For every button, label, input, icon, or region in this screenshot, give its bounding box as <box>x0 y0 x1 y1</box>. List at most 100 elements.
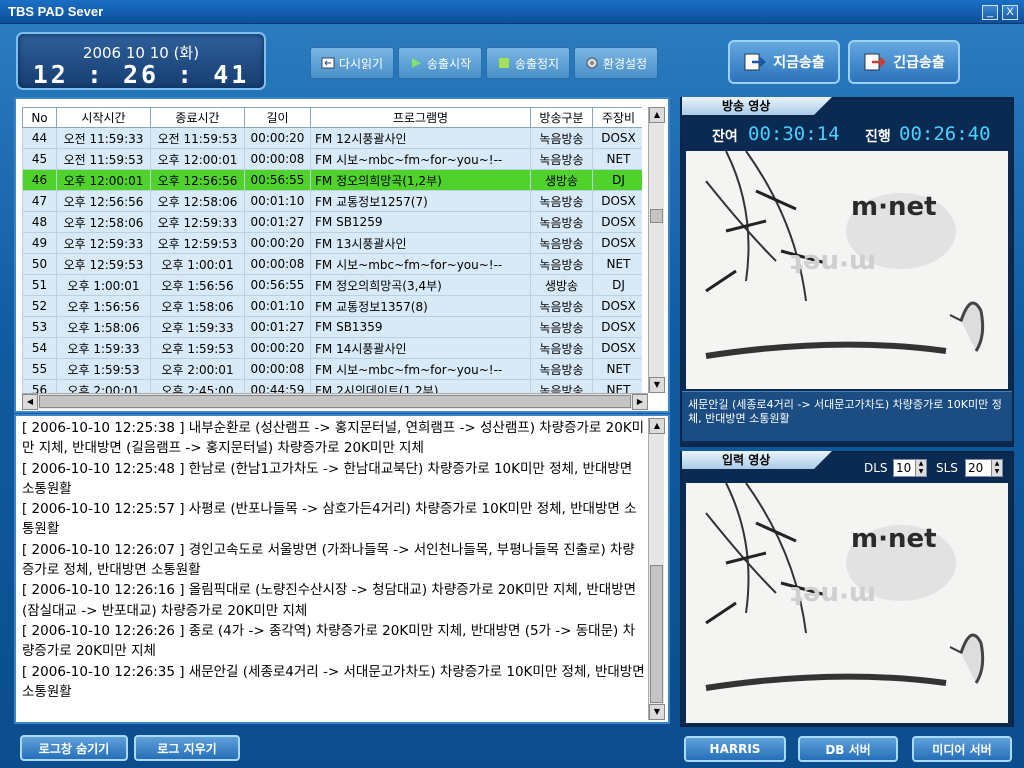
log-scroll-thumb[interactable] <box>650 565 663 703</box>
broadcast-video-panel: 방송 영상 잔여 00:30:14 진행 00:26:40 m·net m·ne… <box>680 97 1014 447</box>
cell-broadcast-type: 생방송 <box>530 274 593 296</box>
table-row[interactable]: 56 오후 2:00:01 오후 2:45:00 00:44:59 FM 2시의데이트(… <box>22 379 642 394</box>
cell-program-name: FM 시보~mbc~fm~for~you~!-- <box>310 148 531 170</box>
emergency-send-button[interactable]: 긴급송출 <box>848 40 960 84</box>
table-row[interactable]: 49 오후 12:59:33 오후 12:59:53 00:00:20 FM 13시풍괄… <box>22 232 642 254</box>
cell-no: 51 <box>22 274 57 296</box>
cell-program-name: FM 교통정보1257(7) <box>310 190 531 212</box>
broadcast-caption: 새문안길 (세종로4거리 -> 서대문고가차도) 차량증가로 10K미만 정체,… <box>682 391 1012 441</box>
input-video-panel: 입력 영상 DLS SLS m·net m·net <box>680 451 1014 727</box>
dls-stepper-icon[interactable]: ▲ ▼ <box>915 460 926 476</box>
db-server-button[interactable]: DB 서버 <box>798 736 898 762</box>
log-scroll-down-icon[interactable]: ▼ <box>649 704 665 720</box>
cell-broadcast-type: 녹음방송 <box>530 379 593 394</box>
cell-no: 55 <box>22 358 57 380</box>
cell-end-time: 오후 1:58:06 <box>150 295 245 317</box>
header-start-time[interactable]: 시작시간 <box>56 107 151 128</box>
cell-duration: 00:44:59 <box>244 379 311 394</box>
mnet-logo: m·net <box>851 524 937 554</box>
table-row[interactable]: 52 오후 1:56:56 오후 1:58:06 00:01:10 FM 교통정보135… <box>22 295 642 317</box>
cell-broadcast-type: 녹음방송 <box>530 232 593 254</box>
cell-duration: 00:00:08 <box>244 253 311 275</box>
header-end-time[interactable]: 종료시간 <box>150 107 245 128</box>
send-now-button[interactable]: 지금송출 <box>728 40 840 84</box>
cell-main-equipment: NET <box>592 148 642 170</box>
cell-no: 53 <box>22 316 57 338</box>
stop-broadcast-button[interactable]: 송출정지 <box>486 47 570 79</box>
harris-button[interactable]: HARRIS <box>684 736 786 762</box>
cell-duration: 00:56:55 <box>244 274 311 296</box>
cell-start-time: 오후 12:56:56 <box>56 190 151 212</box>
scroll-up-arrow-icon[interactable]: ▲ <box>649 107 665 123</box>
table-row[interactable]: 51 오후 1:00:01 오후 1:56:56 00:56:55 FM 정오의희망곡(… <box>22 274 642 296</box>
mnet-logo-reflection: m·net <box>790 580 876 610</box>
cell-end-time: 오후 1:59:53 <box>150 337 245 359</box>
cell-no: 54 <box>22 337 57 359</box>
hide-log-button[interactable]: 로그창 숨기기 <box>20 735 128 761</box>
cell-duration: 00:00:08 <box>244 358 311 380</box>
cell-end-time: 오후 12:00:01 <box>150 148 245 170</box>
log-entry: [ 2006-10-10 12:25:48 ] 한남로 (한남1고가차도 -> … <box>22 460 633 497</box>
hscroll-thumb[interactable] <box>39 395 631 408</box>
clear-log-button[interactable]: 로그 지우기 <box>134 735 240 761</box>
window-title: TBS PAD Sever <box>8 4 104 19</box>
cell-start-time: 오후 1:00:01 <box>56 274 151 296</box>
cell-duration: 00:00:20 <box>244 127 311 149</box>
minimize-button[interactable]: _ <box>982 5 998 20</box>
settings-button[interactable]: 환경설정 <box>574 47 658 79</box>
send-now-label: 지금송출 <box>773 55 825 71</box>
cell-duration: 00:01:10 <box>244 190 311 212</box>
log-text[interactable]: [ 2006-10-10 12:25:38 ] 내부순환로 (성산램프 -> 홍… <box>22 418 646 702</box>
scroll-left-arrow-icon[interactable]: ◀ <box>22 394 38 410</box>
clock-time: 12 : 26 : 41 <box>32 60 250 89</box>
log-panel: [ 2006-10-10 12:25:38 ] 내부순환로 (성산램프 -> 홍… <box>14 414 670 724</box>
table-row[interactable]: 47 오후 12:56:56 오후 12:58:06 00:01:10 FM 교통정보1… <box>22 190 642 212</box>
table-row[interactable]: 54 오후 1:59:33 오후 1:59:53 00:00:20 FM 14시풍괄사인… <box>22 337 642 359</box>
reload-label: 다시읽기 <box>338 56 384 71</box>
progress-time: 00:26:40 <box>899 123 991 145</box>
table-row[interactable]: 53 오후 1:58:06 오후 1:59:33 00:01:27 FM SB1359 녹… <box>22 316 642 338</box>
table-row[interactable]: 44 오전 11:59:33 오전 11:59:53 00:00:20 FM 12시풍괄… <box>22 127 642 149</box>
sls-spinner[interactable]: 20 ▲ ▼ <box>965 459 1003 477</box>
log-scroll-up-icon[interactable]: ▲ <box>649 418 665 434</box>
sls-stepper-icon[interactable]: ▲ ▼ <box>991 460 1002 476</box>
header-broadcast-type[interactable]: 방송구분 <box>530 107 593 128</box>
dls-spinner[interactable]: 10 ▲ ▼ <box>893 459 927 477</box>
cell-broadcast-type: 녹음방송 <box>530 316 593 338</box>
header-duration[interactable]: 길이 <box>244 107 311 128</box>
cell-main-equipment: NET <box>592 358 642 380</box>
header-main-equipment[interactable]: 주장비 <box>592 107 642 128</box>
header-no[interactable]: No <box>22 107 57 128</box>
log-scrollbar[interactable]: ▲ ▼ <box>648 418 665 720</box>
input-video-title: 입력 영상 <box>682 451 832 469</box>
log-entry: [ 2006-10-10 12:26:35 ] 새문안길 (세종로4거리 -> … <box>22 663 645 700</box>
cell-end-time: 오후 12:56:56 <box>150 169 245 191</box>
header-program-name[interactable]: 프로그램명 <box>310 107 531 128</box>
cell-main-equipment: DOSX <box>592 232 642 254</box>
table-vertical-scrollbar[interactable]: ▲ ▼ <box>648 107 665 393</box>
cell-duration: 00:01:27 <box>244 316 311 338</box>
cell-end-time: 오후 1:00:01 <box>150 253 245 275</box>
cell-start-time: 오후 12:00:01 <box>56 169 151 191</box>
reload-button[interactable]: 다시읽기 <box>310 47 394 79</box>
cell-end-time: 오후 12:58:06 <box>150 190 245 212</box>
table-row[interactable]: 46 오후 12:00:01 오후 12:56:56 00:56:55 FM 정오의희망… <box>22 169 642 191</box>
cell-end-time: 오후 1:56:56 <box>150 274 245 296</box>
start-broadcast-button[interactable]: 송출시작 <box>398 47 482 79</box>
table-row[interactable]: 45 오전 11:59:53 오후 12:00:01 00:00:08 FM 시보~mb… <box>22 148 642 170</box>
remaining-label: 잔여 <box>712 129 738 145</box>
close-button[interactable]: X <box>1002 5 1018 20</box>
table-row[interactable]: 50 오후 12:59:53 오후 1:00:01 00:00:08 FM 시보~mbc… <box>22 253 642 275</box>
cell-start-time: 오전 11:59:33 <box>56 127 151 149</box>
cell-end-time: 오후 12:59:53 <box>150 232 245 254</box>
scroll-thumb[interactable] <box>650 209 663 223</box>
input-video-frame: m·net m·net <box>686 483 1008 723</box>
media-server-button[interactable]: 미디어 서버 <box>912 736 1012 762</box>
scroll-down-arrow-icon[interactable]: ▼ <box>649 377 665 393</box>
mnet-logo: m·net <box>851 192 937 222</box>
scroll-right-arrow-icon[interactable]: ▶ <box>632 394 648 410</box>
table-row[interactable]: 48 오후 12:58:06 오후 12:59:33 00:01:27 FM SB125… <box>22 211 642 233</box>
table-horizontal-scrollbar[interactable]: ◀ ▶ <box>22 393 648 410</box>
emergency-send-icon <box>864 53 887 71</box>
table-row[interactable]: 55 오후 1:59:53 오후 2:00:01 00:00:08 FM 시보~mbc~… <box>22 358 642 380</box>
